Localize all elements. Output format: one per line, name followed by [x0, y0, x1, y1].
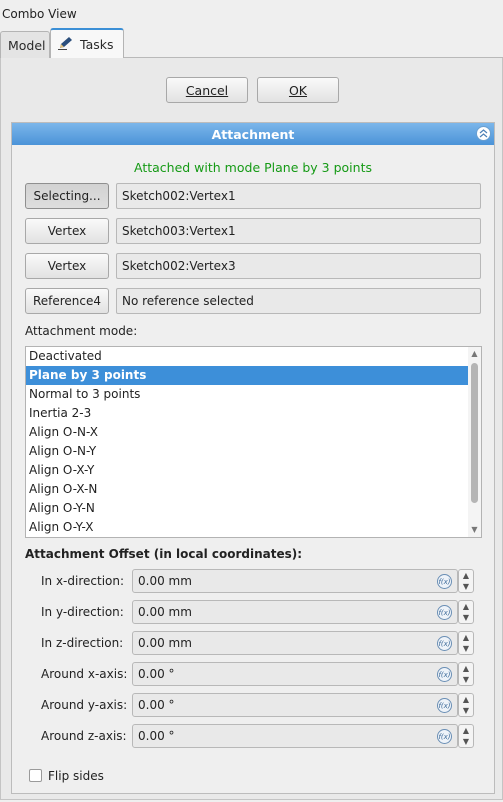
- tab-model-label: Model: [8, 37, 46, 53]
- reference3-field[interactable]: Sketch002:Vertex3: [116, 253, 481, 279]
- rotation-x-value: 0.00 °: [138, 667, 175, 681]
- offset-x-input[interactable]: 0.00 mm f(x): [132, 569, 458, 593]
- offset-z-input[interactable]: 0.00 mm f(x): [132, 631, 458, 655]
- stepper-down-icon[interactable]: ▼: [459, 705, 473, 716]
- attachment-status: Attached with mode Plane by 3 points: [134, 160, 372, 175]
- attachment-mode-label: Attachment mode:: [25, 324, 138, 338]
- stepper-up-icon[interactable]: ▲: [459, 632, 473, 643]
- list-item[interactable]: Deactivated: [26, 347, 469, 366]
- rotation-z-input[interactable]: 0.00 ° f(x): [132, 724, 458, 748]
- reference2-value: Sketch003:Vertex1: [122, 224, 236, 238]
- reference1-field[interactable]: Sketch002:Vertex1: [116, 183, 481, 209]
- reference4-value: No reference selected: [122, 294, 254, 308]
- rotation-z-value: 0.00 °: [138, 729, 175, 743]
- offset-x-stepper[interactable]: ▲ ▼: [458, 569, 474, 593]
- scrollbar-thumb[interactable]: [471, 363, 478, 503]
- reference3-button[interactable]: Vertex: [25, 253, 109, 279]
- ok-button[interactable]: OK: [257, 77, 339, 103]
- offset-y-value: 0.00 mm: [138, 605, 192, 619]
- flip-sides-checkbox[interactable]: [29, 769, 42, 782]
- list-item[interactable]: Align O-Y-X: [26, 518, 469, 537]
- reference4-button-label: Reference4: [32, 294, 102, 308]
- rotation-x-input[interactable]: 0.00 ° f(x): [132, 662, 458, 686]
- attachment-header-title: Attachment: [211, 126, 295, 142]
- stepper-up-icon[interactable]: ▲: [459, 601, 473, 612]
- expression-fx-icon[interactable]: f(x): [437, 605, 452, 620]
- list-item[interactable]: Align O-X-Y: [26, 461, 469, 480]
- stepper-up-icon[interactable]: ▲: [459, 725, 473, 736]
- reference4-button[interactable]: Reference4: [25, 288, 109, 314]
- double-chevron-up-icon[interactable]: [476, 126, 491, 141]
- expression-fx-icon[interactable]: f(x): [437, 574, 452, 589]
- reference2-button-label: Vertex: [47, 224, 87, 238]
- attachment-mode-list[interactable]: Deactivated Plane by 3 points Normal to …: [25, 346, 482, 538]
- offset-z-stepper[interactable]: ▲ ▼: [458, 631, 474, 655]
- expression-fx-icon[interactable]: f(x): [437, 636, 452, 651]
- list-item-selected[interactable]: Plane by 3 points: [26, 366, 469, 385]
- expression-fx-icon[interactable]: f(x): [437, 698, 452, 713]
- rotation-x-stepper[interactable]: ▲ ▼: [458, 662, 474, 686]
- rotation-y-input[interactable]: 0.00 ° f(x): [132, 693, 458, 717]
- stepper-up-icon[interactable]: ▲: [459, 694, 473, 705]
- attachment-header[interactable]: Attachment: [12, 123, 494, 145]
- offset-y-stepper[interactable]: ▲ ▼: [458, 600, 474, 624]
- offset-x-label: In x-direction:: [41, 574, 125, 588]
- offset-z-value: 0.00 mm: [138, 636, 192, 650]
- stepper-down-icon[interactable]: ▼: [459, 612, 473, 623]
- tab-tasks[interactable]: Tasks: [50, 28, 124, 59]
- reference4-field[interactable]: No reference selected: [116, 288, 481, 314]
- stepper-down-icon[interactable]: ▼: [459, 643, 473, 654]
- rotation-z-label: Around z-axis:: [41, 729, 127, 743]
- rotation-x-label: Around x-axis:: [41, 667, 128, 681]
- flip-sides-label[interactable]: Flip sides: [48, 769, 104, 783]
- rotation-z-stepper[interactable]: ▲ ▼: [458, 724, 474, 748]
- ok-button-label: OK: [288, 82, 308, 98]
- task-panel: Cancel OK Attachment Attached with mode …: [0, 58, 503, 800]
- offset-y-input[interactable]: 0.00 mm f(x): [132, 600, 458, 624]
- stepper-down-icon[interactable]: ▼: [459, 736, 473, 747]
- rotation-y-label: Around y-axis:: [41, 698, 128, 712]
- scroll-up-arrow-icon[interactable]: ▲: [468, 347, 481, 360]
- stepper-down-icon[interactable]: ▼: [459, 581, 473, 592]
- tab-model[interactable]: Model: [0, 31, 50, 58]
- list-item[interactable]: Align O-Y-N: [26, 499, 469, 518]
- attachment-group: Attachment Attached with mode Plane by 3…: [11, 122, 495, 794]
- offset-y-label: In y-direction:: [41, 605, 124, 619]
- tab-tasks-label: Tasks: [80, 37, 114, 52]
- offset-x-value: 0.00 mm: [138, 574, 192, 588]
- stepper-down-icon[interactable]: ▼: [459, 674, 473, 685]
- scroll-down-arrow-icon[interactable]: ▼: [468, 523, 481, 536]
- list-item[interactable]: Inertia 2-3: [26, 404, 469, 423]
- expression-fx-icon[interactable]: f(x): [437, 729, 452, 744]
- cancel-button-label: Cancel: [185, 82, 229, 98]
- reference2-field[interactable]: Sketch003:Vertex1: [116, 218, 481, 244]
- stepper-up-icon[interactable]: ▲: [459, 663, 473, 674]
- combo-view-title: Combo View: [2, 7, 77, 21]
- reference3-button-label: Vertex: [47, 259, 87, 273]
- reference2-button[interactable]: Vertex: [25, 218, 109, 244]
- pencil-icon: [58, 36, 74, 53]
- rotation-y-value: 0.00 °: [138, 698, 175, 712]
- reference1-value: Sketch002:Vertex1: [122, 189, 236, 203]
- stepper-up-icon[interactable]: ▲: [459, 570, 473, 581]
- list-item[interactable]: Align O-N-Y: [26, 442, 469, 461]
- reference1-button-label: Selecting...: [33, 189, 101, 203]
- expression-fx-icon[interactable]: f(x): [437, 667, 452, 682]
- mode-list-scrollbar[interactable]: ▲ ▼: [468, 347, 481, 537]
- attachment-offset-title: Attachment Offset (in local coordinates)…: [25, 547, 303, 561]
- tab-bar: Model Tasks: [0, 28, 503, 59]
- list-item[interactable]: Align O-X-N: [26, 480, 469, 499]
- offset-z-label: In z-direction:: [41, 636, 124, 650]
- cancel-button[interactable]: Cancel: [166, 77, 248, 103]
- reference3-value: Sketch002:Vertex3: [122, 259, 236, 273]
- list-item[interactable]: Normal to 3 points: [26, 385, 469, 404]
- list-item[interactable]: Align O-N-X: [26, 423, 469, 442]
- rotation-y-stepper[interactable]: ▲ ▼: [458, 693, 474, 717]
- reference1-button[interactable]: Selecting...: [25, 183, 109, 209]
